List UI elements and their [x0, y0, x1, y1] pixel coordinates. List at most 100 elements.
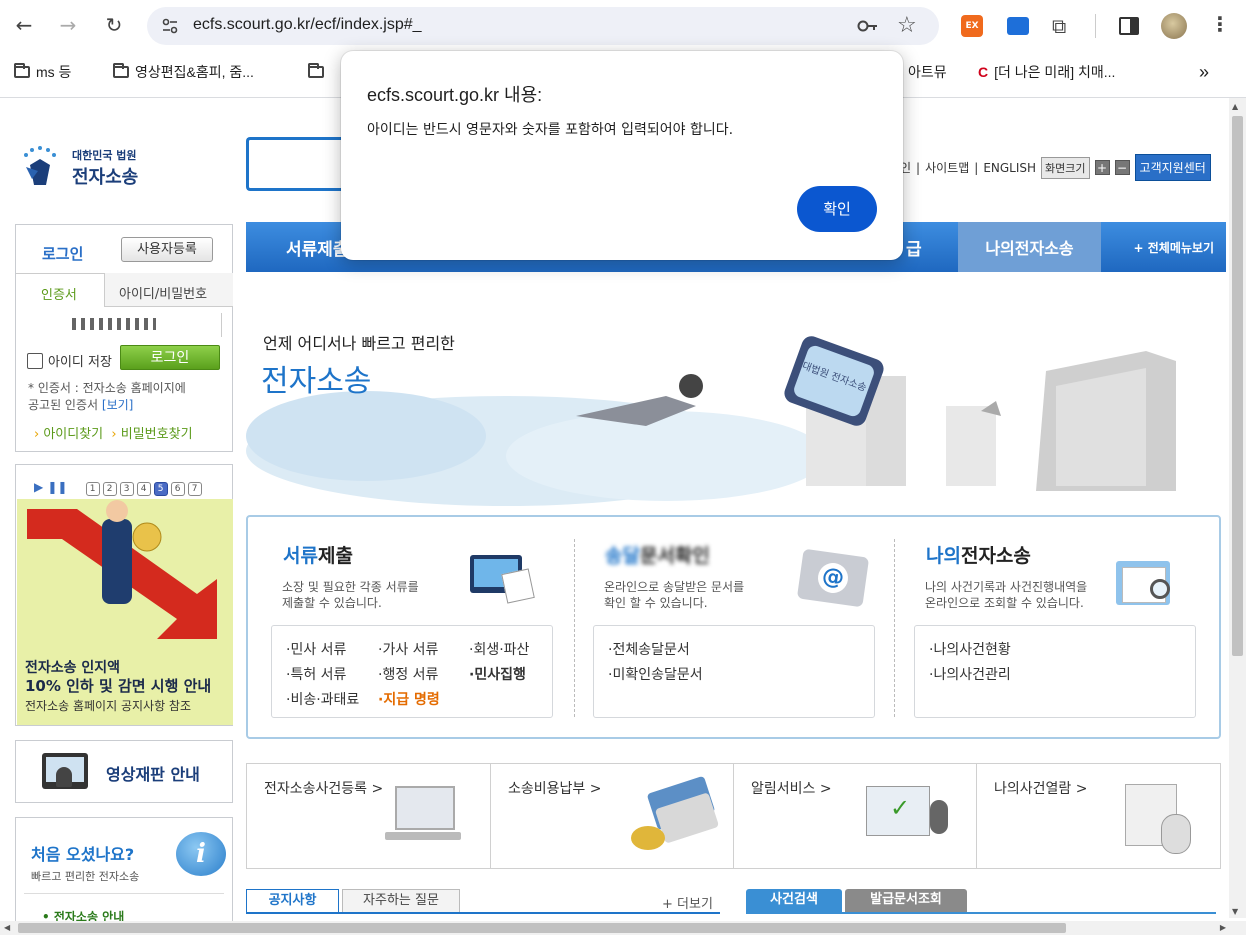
back-icon[interactable]: ←	[9, 10, 39, 40]
service-desc: 나의 사건기록과 사건진행내역을 온라인으로 조회할 수 있습니다.	[925, 579, 1125, 611]
quick-fee-payment[interactable]: 소송비용납부 >	[491, 764, 734, 868]
top-links: 인 | 사이트맵 | ENGLISH 화면크기 + − 고객지원센터	[900, 154, 1211, 181]
desc-line: 제출할 수 있습니다.	[282, 596, 382, 610]
link-patent[interactable]: ·특허 서류	[286, 664, 346, 684]
title-rest: 제출	[317, 545, 353, 567]
pause-icon[interactable]: ❚❚	[47, 480, 67, 494]
tab-case-search[interactable]: 사건검색	[746, 889, 842, 913]
banner-page-button[interactable]: 3	[119, 482, 134, 496]
address-bar[interactable]: ecfs.scourt.go.kr/ecf/index.jsp#_ ☆	[147, 7, 939, 45]
link-case-manage[interactable]: ·나의사건관리	[929, 664, 1011, 684]
tab-id-password[interactable]: 아이디/비밀번호	[105, 273, 233, 307]
info-icon: i	[176, 832, 226, 876]
id-input[interactable]	[30, 313, 222, 337]
banner-page-button[interactable]: 6	[170, 482, 185, 496]
banner-page-button-active[interactable]: 5	[153, 482, 168, 496]
bookmark-ms[interactable]: ms 등	[14, 60, 71, 84]
quick-case-view[interactable]: 나의사건열람 >	[977, 764, 1221, 868]
login-panel: 로그인 사용자등록 인증서 아이디/비밀번호 아이디 저장 로그인 * 인증서 …	[15, 224, 233, 452]
tab-certificate[interactable]: 인증서	[16, 273, 105, 307]
more-link[interactable]: + 더보기	[662, 893, 713, 912]
save-id-checkbox[interactable]	[27, 353, 43, 369]
profile-avatar[interactable]	[1161, 13, 1187, 39]
top-link-sitemap[interactable]: 사이트맵	[925, 159, 969, 176]
laptop-icon	[385, 786, 463, 844]
banner-page-button[interactable]: 7	[187, 482, 202, 496]
nav-item-issue[interactable]: 급	[906, 235, 922, 260]
side-panel-icon[interactable]	[1119, 17, 1139, 35]
link-rehab[interactable]: ·회생·파산	[469, 639, 529, 659]
folder-icon	[14, 63, 30, 78]
service-title: 서류제출	[283, 541, 353, 568]
bookmark-artmu[interactable]: 아트뮤	[908, 60, 947, 84]
find-password-link[interactable]: 비밀번호찾기	[121, 427, 193, 442]
quick-label: 전자소송사건등록 >	[264, 781, 384, 797]
bookmark-label: 아트뮤	[908, 64, 947, 80]
quick-case-register[interactable]: 전자소송사건등록 >	[247, 764, 491, 868]
forward-icon[interactable]: →	[53, 10, 83, 40]
court-logo[interactable]: 대한민국 법원 전자소송	[18, 145, 148, 190]
ok-button[interactable]: 확인	[797, 186, 877, 232]
zoom-out-button[interactable]: −	[1114, 160, 1130, 175]
tab-issued-docs[interactable]: 발급문서조회	[845, 889, 967, 913]
extension-ex-icon[interactable]: EX	[961, 15, 983, 37]
quick-alert-service[interactable]: 알림서비스 > ✓	[734, 764, 977, 868]
login-button[interactable]: 로그인	[120, 345, 220, 370]
link-nonlitigation[interactable]: ·비송·과태료	[286, 689, 359, 709]
promo-banner[interactable]: ▶ ❚❚ 1234567 전자소송 인지액 10% 인하 및 감면 시행 안내 …	[15, 464, 233, 726]
play-icon[interactable]: ▶	[34, 480, 43, 494]
video-trial-banner[interactable]: 영상재판 안내	[15, 740, 233, 803]
star-icon[interactable]: ☆	[897, 13, 917, 38]
link-family[interactable]: ·가사 서류	[378, 639, 438, 659]
bookmark-video[interactable]: 영상편집&홈피, 줌...	[113, 60, 254, 84]
top-link-english[interactable]: ENGLISH	[983, 161, 1036, 175]
desc-line: 온라인으로 조회할 수 있습니다.	[925, 596, 1084, 610]
vertical-scrollbar[interactable]: ▲ ▼	[1229, 98, 1246, 918]
search-input[interactable]	[246, 137, 346, 191]
key-icon[interactable]	[857, 17, 879, 35]
link-execution[interactable]: ·민사집행	[469, 664, 526, 684]
support-center-button[interactable]: 고객지원센터	[1134, 154, 1211, 181]
site-settings-icon[interactable]	[161, 17, 179, 35]
nav-item-my-case[interactable]: 나의전자소송	[958, 222, 1101, 272]
menu-kebab-icon[interactable]: ⋮	[1210, 12, 1230, 36]
extensions-puzzle-icon[interactable]: ⧉	[1052, 14, 1066, 38]
register-button[interactable]: 사용자등록	[121, 237, 213, 262]
bookmark-label: [더 나은 미래] 치매...	[994, 64, 1116, 80]
title-accent: 나의	[926, 545, 961, 567]
zoom-in-button[interactable]: +	[1094, 160, 1110, 175]
service-my-case[interactable]: 나의전자소송 나의 사건기록과 사건진행내역을 온라인으로 조회할 수 있습니다.…	[891, 517, 1196, 737]
tab-faq[interactable]: 자주하는 질문	[342, 889, 460, 913]
link-civil[interactable]: ·민사 서류	[286, 639, 346, 659]
link-unread-delivery[interactable]: ·미확인송달문서	[608, 664, 703, 684]
email-folder-icon: @	[796, 548, 870, 608]
url-text[interactable]: ecfs.scourt.go.kr/ecf/index.jsp#_	[193, 16, 422, 34]
nav-item-submit[interactable]: 서류제출	[286, 235, 349, 260]
service-submit[interactable]: 서류제출 소장 및 필요한 각종 서류를 제출할 수 있습니다. ·민사 서류 ·…	[248, 517, 553, 737]
reload-icon[interactable]: ↻	[99, 10, 129, 40]
link-case-status[interactable]: ·나의사건현황	[929, 639, 1011, 659]
banner-page-button[interactable]: 2	[102, 482, 117, 496]
find-id-link[interactable]: 아이디찾기	[43, 427, 103, 442]
bookmark-future[interactable]: C [더 나은 미래] 치매...	[978, 60, 1115, 84]
view-certificate-link[interactable]: [보기]	[102, 398, 133, 412]
link-payment-order[interactable]: ·지급 명령	[378, 689, 440, 709]
horizontal-scrollbar[interactable]: ◀ ▶	[0, 921, 1246, 935]
banner-page-button[interactable]: 4	[136, 482, 151, 496]
link-all-delivery[interactable]: ·전체송달문서	[608, 639, 690, 659]
title-rest: 전자소송	[960, 545, 1031, 567]
bookmarks-overflow-icon[interactable]: »	[1199, 60, 1209, 84]
delivery-list: ·전체송달문서 ·미확인송달문서	[593, 625, 875, 718]
bookmark-label: 영상편집&홈피, 줌...	[135, 64, 254, 80]
hero-illustration	[246, 336, 1176, 506]
link-admin[interactable]: ·행정 서류	[378, 664, 438, 684]
bookmark-folder[interactable]	[308, 60, 324, 84]
banner-page-button[interactable]: 1	[85, 482, 100, 496]
service-delivery[interactable]: 송달문서확인 온라인으로 송달받은 문서를 확인 할 수 있습니다. @ ·전체송…	[570, 517, 875, 737]
first-visit-sub: 빠르고 편리한 전자소송	[31, 870, 140, 883]
extension-blue-icon[interactable]	[1007, 17, 1029, 35]
tab-notice[interactable]: 공지사항	[246, 889, 339, 913]
monitor-document-icon	[470, 555, 535, 604]
video-monitor-icon	[42, 753, 88, 789]
full-menu-link[interactable]: + 전체메뉴보기	[1134, 239, 1214, 256]
